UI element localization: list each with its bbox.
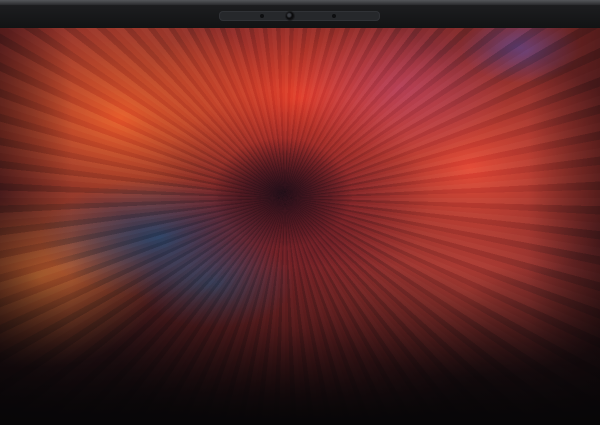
top-bezel xyxy=(0,0,600,28)
display-screen xyxy=(0,28,600,425)
camera-indicator-icon xyxy=(332,14,336,18)
ambient-light-sensor-icon xyxy=(260,14,264,18)
screen-vignette xyxy=(0,28,600,425)
camera-housing xyxy=(219,11,380,21)
webcam-icon xyxy=(286,12,294,20)
laptop-device xyxy=(0,0,600,425)
lid-edge xyxy=(0,0,600,5)
